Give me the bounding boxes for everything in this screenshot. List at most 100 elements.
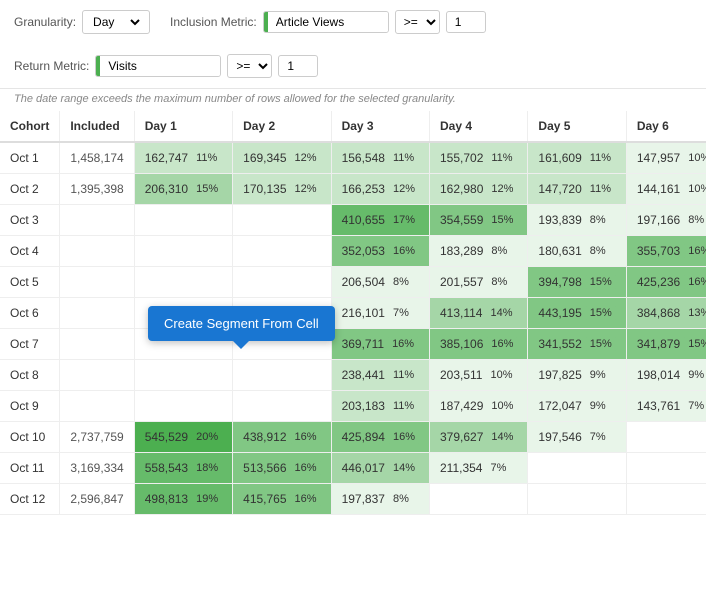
day-cell[interactable]: 513,56616% [233,453,331,484]
inclusion-value-input[interactable] [446,11,486,33]
day-cell[interactable]: 425,894 16% [331,422,429,453]
day-cell[interactable]: 545,52920% [134,422,232,453]
day-cell[interactable]: 498,81319% [134,484,232,515]
day-cell[interactable]: 558,54318% [134,453,232,484]
return-metric-input[interactable] [100,56,220,76]
day-cell[interactable]: 354,55915% [429,205,527,236]
day-cell[interactable] [626,453,706,484]
day-cell[interactable]: 201,5578% [429,267,527,298]
day-cell[interactable]: 355,70316% [626,236,706,267]
day-cell[interactable]: 187,42910% [429,391,527,422]
day-cell[interactable] [626,484,706,515]
inclusion-metric-input[interactable] [268,12,388,32]
included-cell [60,236,134,267]
day-cell[interactable]: 394,79815% [528,267,626,298]
cell-pct: 16% [684,244,706,258]
header-day1: Day 1 [134,111,232,142]
return-op-select[interactable]: >= > = [227,54,272,78]
day-cell[interactable]: 198,0149% [626,360,706,391]
day-cell[interactable]: 193,8398% [528,205,626,236]
day-cell[interactable]: 155,70211% [429,142,527,174]
day-cell[interactable]: 410,65517% [331,205,429,236]
day-cell[interactable] [233,267,331,298]
day-cell[interactable]: 384,86813% [626,298,706,329]
context-menu[interactable]: Create Segment From Cell [148,306,335,341]
day-cell[interactable]: 183,2898% [429,236,527,267]
table-row: Oct 102,737,759545,52920%438,91216%425,8… [0,422,706,453]
day-cell[interactable] [134,391,232,422]
day-cell[interactable]: 425,23616% [626,267,706,298]
day-cell[interactable]: 143,7617% [626,391,706,422]
day-cell[interactable] [233,236,331,267]
day-cell[interactable]: 144,16110% [626,174,706,205]
cohort-cell: Oct 11 [0,453,60,484]
cell-value: 206,310 [145,182,188,196]
cell-pct: 12% [291,182,321,196]
day-cell[interactable]: 369,71116% [331,329,429,360]
cell-value: 172,047 [538,399,581,413]
day-cell[interactable]: 147,72011% [528,174,626,205]
day-cell[interactable]: 170,13512% [233,174,331,205]
cell-pct: 11% [487,151,516,165]
cell-pct: 16% [389,430,419,444]
cell-pct: 7% [486,461,510,475]
day-cell[interactable]: 206,31015% [134,174,232,205]
day-cell[interactable]: 197,8378% [331,484,429,515]
day-cell[interactable]: 379,62714% [429,422,527,453]
granularity-select[interactable]: Day Week Month [89,14,143,30]
day-cell[interactable] [134,205,232,236]
cell-value: 147,720 [538,182,581,196]
day-cell[interactable]: 162,98012% [429,174,527,205]
cell-value: 144,161 [637,182,680,196]
day-cell[interactable]: 203,51110% [429,360,527,391]
day-cell[interactable]: 385,10616% [429,329,527,360]
cell-value: 425,894 [342,430,385,444]
day-cell[interactable] [233,391,331,422]
day-cell[interactable]: 169,34512% [233,142,331,174]
day-cell[interactable]: 438,91216% [233,422,331,453]
day-cell[interactable]: 238,44111% [331,360,429,391]
day-cell[interactable]: 197,5467% [528,422,626,453]
day-cell[interactable] [233,205,331,236]
day-cell[interactable]: 206,5048% [331,267,429,298]
day-cell[interactable]: 156,54811% [331,142,429,174]
cell-value: 211,354 [440,461,483,475]
return-value-input[interactable] [278,55,318,77]
cell-value: 203,183 [342,399,385,413]
day-cell[interactable] [134,267,232,298]
day-cell[interactable]: 161,60911% [528,142,626,174]
cell-value: 438,912 [243,430,286,444]
day-cell[interactable]: 172,0479% [528,391,626,422]
day-cell[interactable]: 197,8259% [528,360,626,391]
table-row: Oct 3410,65517%354,55915%193,8398%197,16… [0,205,706,236]
inclusion-op-select[interactable]: >= > = < <= [395,10,440,34]
day-cell[interactable] [233,360,331,391]
day-cell[interactable]: 341,55215% [528,329,626,360]
day-cell[interactable]: 197,1668% [626,205,706,236]
day-cell[interactable] [134,360,232,391]
day-cell[interactable] [429,484,527,515]
day-cell[interactable]: 180,6318% [528,236,626,267]
cell-value: 394,798 [538,275,581,289]
day-cell[interactable] [134,236,232,267]
day-cell[interactable]: 446,01714% [331,453,429,484]
day-cell[interactable]: 443,19515% [528,298,626,329]
day-cell[interactable]: 203,18311% [331,391,429,422]
day-cell[interactable] [528,453,626,484]
day-cell[interactable] [626,422,706,453]
cell-value: 193,839 [538,213,581,227]
granularity-select-wrapper[interactable]: Day Week Month [82,10,150,34]
day-cell[interactable]: 211,3547% [429,453,527,484]
cohort-table-container: Create Segment From Cell Cohort Included… [0,111,706,515]
day-cell[interactable]: 352,05316% [331,236,429,267]
cell-value: 166,253 [342,182,385,196]
day-cell[interactable]: 147,95710% [626,142,706,174]
day-cell[interactable]: 162,74711% [134,142,232,174]
cell-pct: 14% [487,430,517,444]
day-cell[interactable] [528,484,626,515]
day-cell[interactable]: 415,76516% [233,484,331,515]
day-cell[interactable]: 413,11414% [429,298,527,329]
day-cell[interactable]: 166,25312% [331,174,429,205]
day-cell[interactable]: 216,1017% [331,298,429,329]
day-cell[interactable]: 341,87915% [626,329,706,360]
